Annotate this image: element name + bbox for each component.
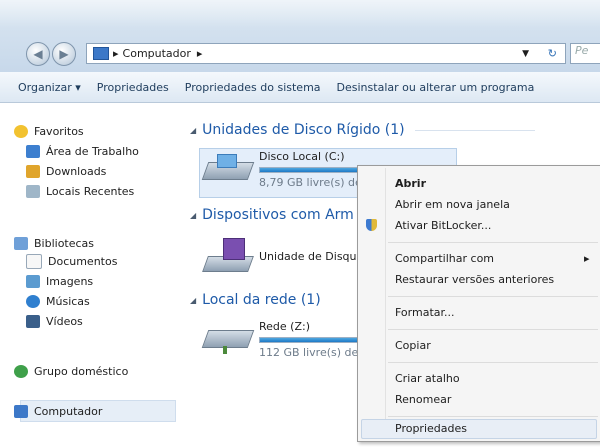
sidebar-item-homegroup[interactable]: Grupo doméstico bbox=[14, 362, 128, 380]
menu-item-restore[interactable]: Restaurar versões anteriores bbox=[395, 273, 554, 286]
properties-button[interactable]: Propriedades bbox=[97, 81, 169, 94]
drive-item-c[interactable]: Disco Local (C:) 8,79 GB livre(s) de bbox=[201, 150, 379, 189]
sidebar-item-favorites[interactable]: Favoritos bbox=[14, 122, 84, 140]
organize-button[interactable]: Organizar ▾ bbox=[18, 81, 81, 94]
sidebar-item-recent[interactable]: Locais Recentes bbox=[26, 182, 134, 200]
menu-separator bbox=[388, 296, 598, 297]
uninstall-button[interactable]: Desinstalar ou alterar um programa bbox=[337, 81, 535, 94]
search-input[interactable]: Pe bbox=[570, 43, 600, 64]
menu-item-properties[interactable]: Propriedades bbox=[395, 422, 467, 435]
expand-triangle-icon[interactable]: ◢ bbox=[190, 211, 196, 220]
desktop-icon bbox=[26, 144, 40, 158]
menu-item-bitlocker[interactable]: Ativar BitLocker... bbox=[395, 219, 491, 232]
hard-drive-icon bbox=[201, 150, 255, 184]
context-menu: Abrir Abrir em nova janela Ativar BitLoc… bbox=[357, 165, 600, 442]
menu-item-create-shortcut[interactable]: Criar atalho bbox=[395, 372, 460, 385]
submenu-arrow-icon: ▸ bbox=[584, 252, 590, 265]
computer-icon bbox=[93, 47, 109, 60]
documents-icon bbox=[26, 253, 42, 269]
network-drive-icon bbox=[201, 320, 255, 354]
drive-item-z[interactable]: Rede (Z:) 112 GB livre(s) de 2 bbox=[201, 320, 379, 359]
sidebar-item-computer[interactable]: Computador bbox=[14, 402, 102, 420]
expand-triangle-icon[interactable]: ◢ bbox=[190, 296, 196, 305]
breadcrumb-separator: ▸ bbox=[113, 47, 119, 60]
drive-name: Disco Local (C:) bbox=[259, 150, 345, 163]
menu-item-share-with[interactable]: Compartilhar com bbox=[395, 252, 494, 265]
system-properties-button[interactable]: Propriedades do sistema bbox=[185, 81, 321, 94]
homegroup-icon bbox=[14, 364, 28, 378]
refresh-icon[interactable]: ↻ bbox=[548, 47, 557, 60]
group-header-network[interactable]: ◢ Local da rede (1) bbox=[190, 292, 321, 308]
sidebar-item-videos[interactable]: Vídeos bbox=[26, 312, 83, 330]
window-titlebar: ◀ ▶ ▸ Computador ▸ ▼ ↻ Pe bbox=[0, 0, 600, 72]
expand-triangle-icon[interactable]: ◢ bbox=[190, 126, 196, 135]
usage-bar-fill bbox=[260, 338, 361, 342]
shield-icon bbox=[366, 219, 377, 231]
music-icon bbox=[26, 294, 40, 308]
menu-item-rename[interactable]: Renomear bbox=[395, 393, 451, 406]
sidebar-item-downloads[interactable]: Downloads bbox=[26, 162, 106, 180]
floppy-drive-icon bbox=[202, 238, 254, 272]
star-icon bbox=[14, 124, 28, 138]
recent-places-icon bbox=[26, 184, 40, 198]
menu-separator bbox=[388, 416, 598, 417]
usage-bar-fill bbox=[260, 168, 367, 172]
command-bar: Organizar ▾ Propriedades Propriedades do… bbox=[0, 72, 600, 103]
forward-button[interactable]: ▶ bbox=[52, 42, 76, 66]
drive-name: Unidade de Disque bbox=[259, 250, 364, 263]
computer-icon bbox=[14, 404, 28, 418]
menu-item-copy[interactable]: Copiar bbox=[395, 339, 431, 352]
sidebar-item-desktop[interactable]: Área de Trabalho bbox=[26, 142, 139, 160]
drive-item-dvd[interactable]: Unidade de Disque bbox=[202, 238, 364, 272]
menu-separator bbox=[388, 362, 598, 363]
address-dropdown-icon[interactable]: ▼ bbox=[522, 49, 529, 59]
menu-separator bbox=[388, 329, 598, 330]
group-header-hdd[interactable]: ◢ Unidades de Disco Rígido (1) bbox=[190, 122, 535, 138]
menu-item-format[interactable]: Formatar... bbox=[395, 306, 455, 319]
breadcrumb-computer[interactable]: Computador bbox=[123, 47, 191, 60]
sidebar-item-music[interactable]: Músicas bbox=[26, 292, 90, 310]
sidebar-item-documents[interactable]: Documentos bbox=[26, 252, 117, 270]
images-icon bbox=[26, 274, 40, 288]
libraries-icon bbox=[14, 236, 28, 250]
menu-item-open-new-window[interactable]: Abrir em nova janela bbox=[395, 198, 510, 211]
group-header-removable[interactable]: ◢ Dispositivos com Arm bbox=[190, 207, 354, 223]
back-button[interactable]: ◀ bbox=[26, 42, 50, 66]
address-bar[interactable]: ▸ Computador ▸ ▼ ↻ bbox=[86, 43, 566, 64]
menu-item-open[interactable]: Abrir bbox=[395, 177, 426, 190]
downloads-icon bbox=[26, 164, 40, 178]
videos-icon bbox=[26, 314, 40, 328]
sidebar-item-images[interactable]: Imagens bbox=[26, 272, 93, 290]
menu-separator bbox=[388, 242, 598, 243]
sidebar-item-libraries[interactable]: Bibliotecas bbox=[14, 234, 94, 252]
breadcrumb-chevron-icon[interactable]: ▸ bbox=[197, 47, 203, 60]
